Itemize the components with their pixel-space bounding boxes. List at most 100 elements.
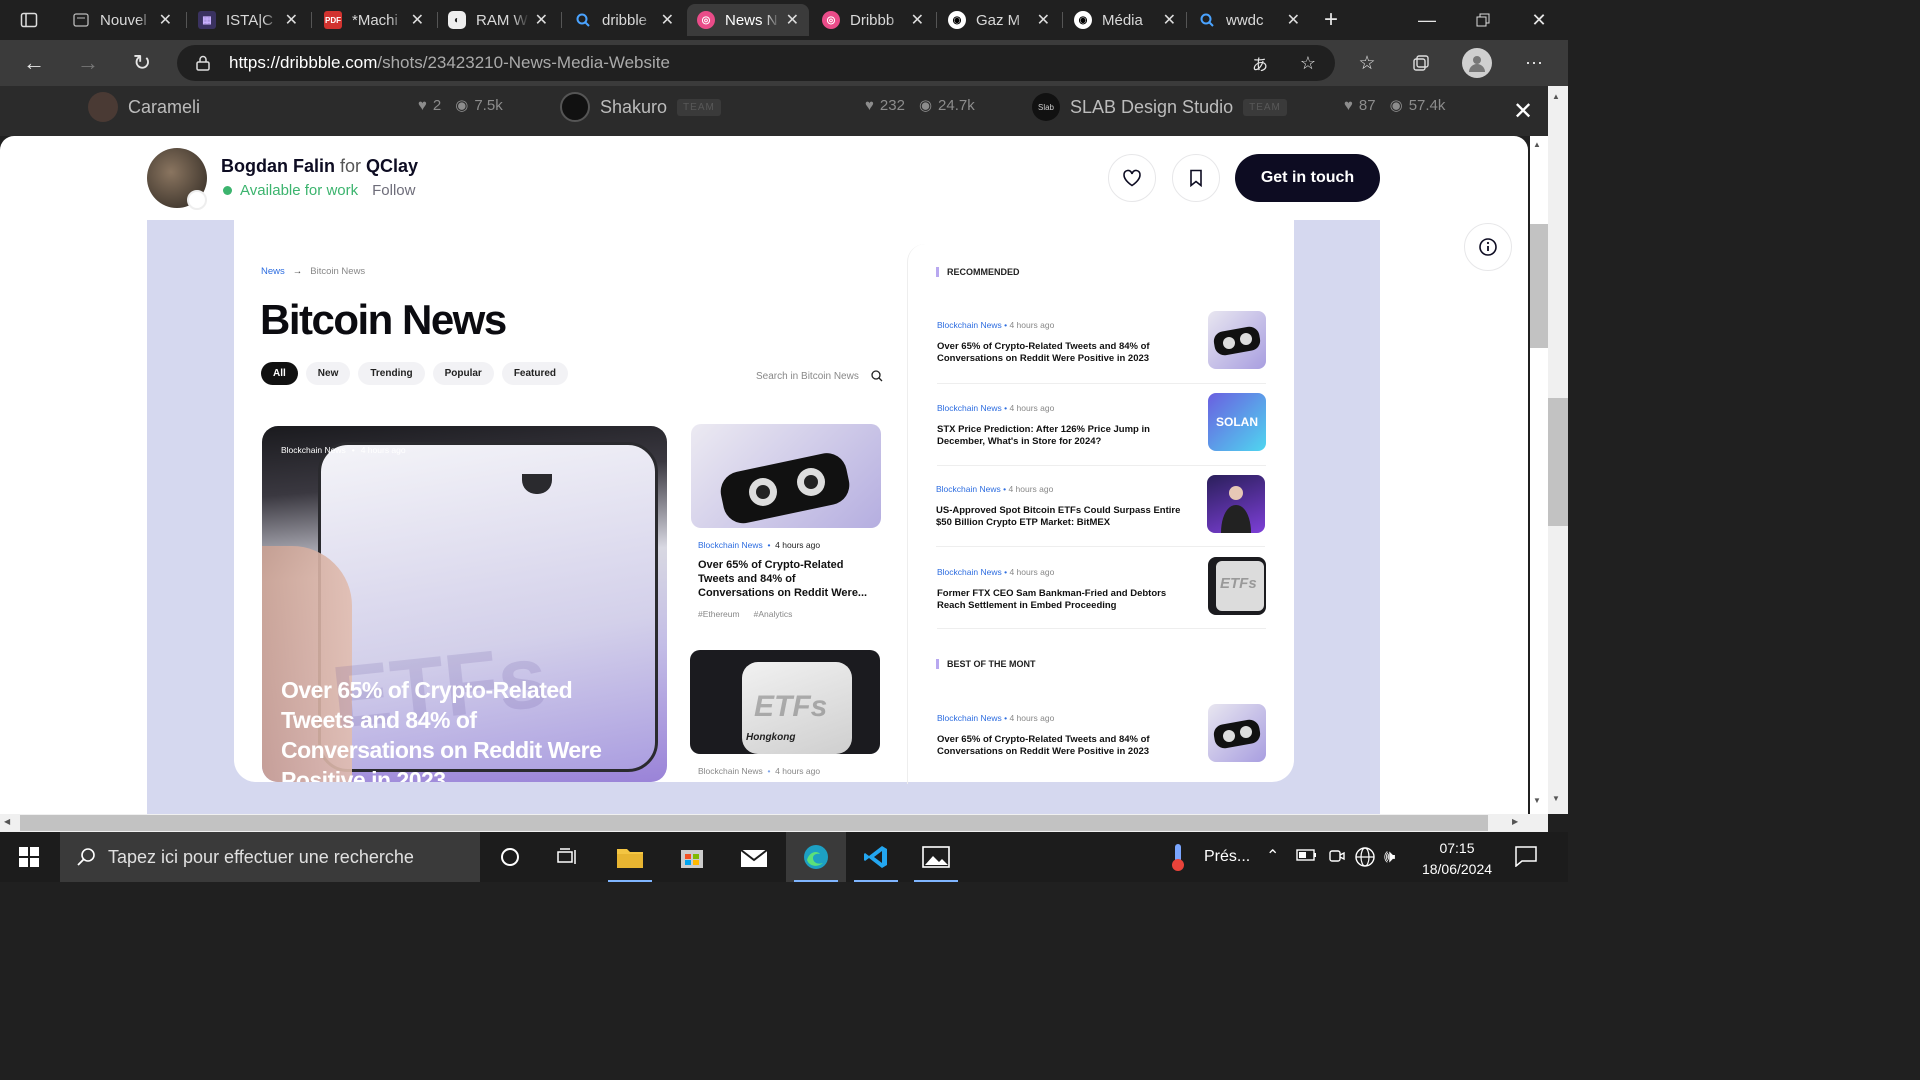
browser-tab[interactable]: dribble ✕ bbox=[564, 4, 684, 36]
related-shot-carameli[interactable]: Carameli bbox=[88, 90, 200, 124]
scroll-thumb[interactable] bbox=[1548, 398, 1568, 526]
search-input[interactable]: Search in Bitcoin News bbox=[756, 370, 883, 382]
close-tab-icon[interactable]: ✕ bbox=[661, 10, 674, 30]
windows-start-icon[interactable] bbox=[0, 832, 58, 882]
save-button[interactable] bbox=[1172, 154, 1220, 202]
close-window-icon[interactable]: ✕ bbox=[1522, 6, 1556, 34]
mid-card2-category[interactable]: Blockchain News bbox=[698, 766, 763, 776]
hero-headline[interactable]: Over 65% of Crypto-Related Tweets and 84… bbox=[281, 676, 621, 782]
clock[interactable]: 07:15 18/06/2024 bbox=[1412, 838, 1502, 880]
scroll-up-icon[interactable]: ▲ bbox=[1533, 140, 1541, 149]
close-modal-icon[interactable]: ✕ bbox=[1508, 96, 1538, 126]
restore-icon[interactable] bbox=[1466, 6, 1500, 34]
browser-tab[interactable]: PDF *Machi ✕ bbox=[314, 4, 434, 36]
tab-actions-icon[interactable] bbox=[14, 8, 44, 32]
speaker-thumb[interactable] bbox=[1207, 475, 1265, 533]
file-explorer-icon[interactable] bbox=[600, 832, 660, 882]
filter-trending[interactable]: Trending bbox=[358, 362, 425, 385]
hero-category[interactable]: Blockchain News bbox=[281, 445, 346, 455]
vr-goggles-thumb[interactable] bbox=[1208, 704, 1266, 762]
new-tab-icon[interactable]: + bbox=[1316, 6, 1346, 34]
close-tab-icon[interactable]: ✕ bbox=[1163, 10, 1176, 30]
mid-card-category[interactable]: Blockchain News bbox=[698, 540, 763, 550]
browser-tab[interactable]: ▦ ISTA|C ✕ bbox=[188, 4, 308, 36]
task-view-icon[interactable] bbox=[538, 832, 598, 882]
close-tab-icon[interactable]: ✕ bbox=[786, 10, 799, 30]
store-icon[interactable] bbox=[662, 832, 722, 882]
address-bar[interactable]: https://dribbble.com/shots/23423210-News… bbox=[177, 45, 1335, 81]
browser-tab[interactable]: ◉ Média ✕ bbox=[1064, 4, 1186, 36]
rec-title[interactable]: Over 65% of Crypto-Related Tweets and 84… bbox=[937, 341, 1177, 365]
cortana-icon[interactable] bbox=[480, 832, 540, 882]
related-shot-slab[interactable]: Slab SLAB Design Studio TEAM bbox=[1032, 90, 1287, 124]
tag[interactable]: #Ethereum bbox=[698, 609, 740, 619]
etf-phone-image[interactable]: ETFs Hongkong bbox=[690, 650, 880, 754]
volume-icon[interactable]: 🕪 bbox=[1384, 846, 1395, 867]
scroll-up-icon[interactable]: ▲ bbox=[1552, 92, 1560, 101]
close-tab-icon[interactable]: ✕ bbox=[411, 10, 424, 30]
like-button[interactable] bbox=[1108, 154, 1156, 202]
rec-title[interactable]: US-Approved Spot Bitcoin ETFs Could Surp… bbox=[936, 505, 1191, 529]
scroll-thumb[interactable] bbox=[1530, 224, 1548, 348]
close-tab-icon[interactable]: ✕ bbox=[1287, 10, 1300, 30]
info-button[interactable] bbox=[1464, 223, 1512, 271]
browser-tab[interactable]: Nouvel ✕ bbox=[62, 4, 182, 36]
chevron-up-icon[interactable]: ⌃ bbox=[1266, 846, 1279, 866]
mail-icon[interactable] bbox=[724, 832, 784, 882]
thermometer-icon[interactable] bbox=[1168, 842, 1188, 877]
forward-icon[interactable]: → bbox=[72, 48, 104, 78]
filter-new[interactable]: New bbox=[305, 362, 351, 385]
network-globe-icon[interactable] bbox=[1354, 846, 1376, 873]
read-aloud-icon[interactable]: あ bbox=[1247, 51, 1273, 75]
vr-goggles-thumb[interactable] bbox=[1208, 311, 1266, 369]
scroll-down-icon[interactable]: ▼ bbox=[1533, 796, 1541, 805]
vr-goggles-image[interactable] bbox=[691, 424, 881, 528]
best-category[interactable]: Blockchain News bbox=[937, 713, 1002, 723]
back-icon[interactable]: ← bbox=[18, 48, 50, 78]
horizontal-scrollbar[interactable]: ◀ ▶ bbox=[0, 814, 1548, 832]
rec-category[interactable]: Blockchain News bbox=[937, 403, 1002, 413]
hero-card[interactable]: ETFs Blockchain News • 4 hours ago Over 65… bbox=[262, 426, 667, 782]
collections-icon[interactable] bbox=[1408, 51, 1434, 75]
filter-popular[interactable]: Popular bbox=[432, 362, 494, 385]
weather-text[interactable]: Prés... bbox=[1204, 848, 1250, 866]
filter-featured[interactable]: Featured bbox=[501, 362, 569, 385]
lock-icon[interactable] bbox=[193, 53, 213, 73]
browser-tab-active[interactable]: ◎ News N ✕ bbox=[687, 4, 809, 36]
get-in-touch-button[interactable]: Get in touch bbox=[1235, 154, 1380, 202]
close-tab-icon[interactable]: ✕ bbox=[1037, 10, 1050, 30]
vertical-scrollbar[interactable]: ▲ ▼ bbox=[1548, 86, 1568, 814]
inner-scrollbar[interactable]: ▲ ▼ bbox=[1530, 136, 1548, 814]
favorites-icon[interactable]: ☆ bbox=[1354, 51, 1380, 75]
filter-all[interactable]: All bbox=[261, 362, 298, 385]
breadcrumb-item[interactable]: Bitcoin News bbox=[310, 266, 365, 277]
rec-category[interactable]: Blockchain News bbox=[937, 567, 1002, 577]
close-tab-icon[interactable]: ✕ bbox=[285, 10, 298, 30]
close-tab-icon[interactable]: ✕ bbox=[911, 10, 924, 30]
battery-icon[interactable] bbox=[1296, 847, 1318, 868]
browser-tab[interactable]: wwdc ✕ bbox=[1188, 4, 1310, 36]
mid-card-headline[interactable]: Over 65% of Crypto-Related Tweets and 84… bbox=[698, 558, 873, 600]
follow-link[interactable]: Follow bbox=[372, 182, 415, 199]
tag[interactable]: #Analytics bbox=[754, 609, 793, 619]
designer-name[interactable]: Bogdan Falin bbox=[221, 156, 335, 176]
refresh-icon[interactable]: ↻ bbox=[126, 48, 158, 78]
rec-title[interactable]: Former FTX CEO Sam Bankman-Fried and Deb… bbox=[937, 588, 1177, 612]
profile-avatar-icon[interactable] bbox=[1462, 48, 1492, 78]
solana-thumb[interactable]: SOLAN bbox=[1208, 393, 1266, 451]
close-tab-icon[interactable]: ✕ bbox=[159, 10, 172, 30]
vscode-icon[interactable] bbox=[846, 832, 906, 882]
scroll-thumb[interactable] bbox=[20, 815, 1488, 831]
breadcrumb-item[interactable]: News bbox=[261, 266, 285, 277]
taskbar-search-input[interactable]: Tapez ici pour effectuer une recherche bbox=[60, 832, 480, 882]
rec-category[interactable]: Blockchain News bbox=[937, 320, 1002, 330]
notification-icon[interactable] bbox=[1514, 845, 1538, 872]
more-menu-icon[interactable]: ⋯ bbox=[1520, 51, 1548, 75]
add-favorite-icon[interactable]: ☆ bbox=[1295, 51, 1321, 75]
browser-tab[interactable]: ◎ Dribbb ✕ bbox=[812, 4, 934, 36]
browser-tab[interactable]: ◐ RAM W ✕ bbox=[438, 4, 558, 36]
photos-icon[interactable] bbox=[906, 832, 966, 882]
rec-title[interactable]: STX Price Prediction: After 126% Price J… bbox=[937, 424, 1177, 448]
browser-tab[interactable]: ◉ Gaz M ✕ bbox=[938, 4, 1060, 36]
minimize-icon[interactable]: — bbox=[1410, 6, 1444, 34]
